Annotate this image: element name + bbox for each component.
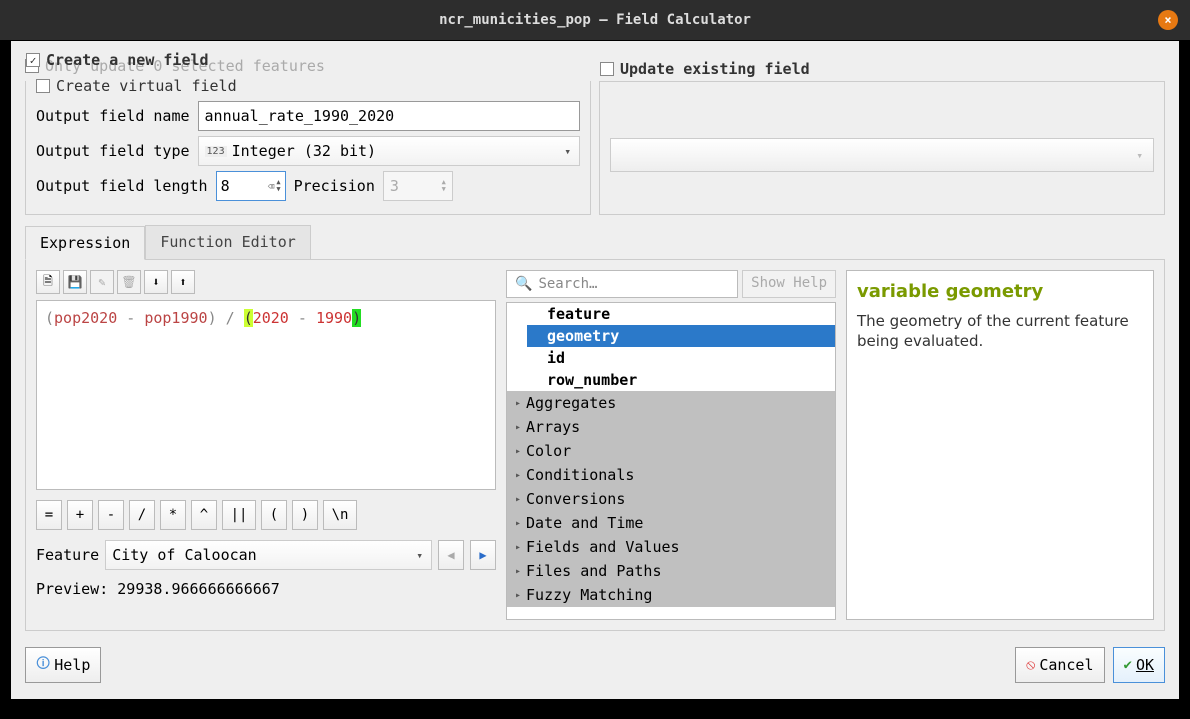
prev-feature-button[interactable]: ◀ [438, 540, 464, 570]
help-body: The geometry of the current feature bein… [857, 312, 1143, 351]
update-existing-checkbox[interactable] [600, 62, 614, 76]
op-button[interactable]: || [222, 500, 256, 530]
import-icon[interactable]: ⬇ [144, 270, 168, 294]
save-icon[interactable]: 💾 [63, 270, 87, 294]
cancel-icon: ⦸ [1026, 657, 1035, 673]
precision-input: 3 ▲▼ [383, 171, 453, 201]
chevron-right-icon: ▸ [515, 422, 521, 433]
op-button[interactable]: \n [323, 500, 357, 530]
tree-category[interactable]: ▸Color [507, 439, 835, 463]
precision-label: Precision [294, 177, 375, 195]
field-type-select[interactable]: 123 Integer (32 bit) ▾ [198, 136, 580, 166]
op-button[interactable]: = [36, 500, 62, 530]
tab-function-editor[interactable]: Function Editor [145, 225, 310, 259]
search-input[interactable]: 🔍 Search… [506, 270, 738, 298]
op-button[interactable]: - [98, 500, 124, 530]
field-name-label: Output field name [36, 107, 190, 125]
feature-select[interactable]: City of Caloocan ▾ [105, 540, 432, 570]
ok-icon: ✔ [1124, 657, 1132, 673]
export-icon[interactable]: ⬆ [171, 270, 195, 294]
function-tree[interactable]: featuregeometryidrow_number ▸Aggregates▸… [506, 302, 836, 620]
tree-category[interactable]: ▸Arrays [507, 415, 835, 439]
chevron-right-icon: ▸ [515, 494, 521, 505]
chevron-down-icon: ▾ [1136, 149, 1143, 162]
chevron-right-icon: ▸ [515, 590, 521, 601]
update-field-select[interactable]: ▾ [610, 138, 1154, 172]
tree-category[interactable]: ▸Conversions [507, 487, 835, 511]
preview-label: Preview: [36, 580, 117, 598]
op-button[interactable]: / [129, 500, 155, 530]
op-button[interactable]: ^ [191, 500, 217, 530]
help-icon: 🛈 [36, 653, 50, 677]
tree-category[interactable]: ▸Aggregates [507, 391, 835, 415]
create-new-label: Create a new field [46, 51, 209, 69]
chevron-right-icon: ▸ [515, 470, 521, 481]
create-virtual-checkbox[interactable] [36, 79, 50, 93]
field-type-label: Output field type [36, 142, 190, 160]
chevron-right-icon: ▸ [515, 566, 521, 577]
chevron-right-icon: ▸ [515, 542, 521, 553]
ok-button[interactable]: ✔OK [1113, 647, 1166, 683]
create-new-checkbox[interactable] [26, 53, 40, 67]
op-button[interactable]: + [67, 500, 93, 530]
search-icon: 🔍 [515, 276, 532, 292]
tree-item[interactable]: geometry [527, 325, 835, 347]
spinner-arrows-icon: ▲▼ [442, 179, 446, 193]
close-button[interactable]: × [1158, 10, 1178, 30]
show-help-button[interactable]: Show Help [742, 270, 836, 298]
field-length-input[interactable]: 8 ⌫ ▲▼ [216, 171, 286, 201]
expression-editor[interactable]: (pop2020 - pop1990) / (2020 - 1990) [36, 300, 496, 490]
op-button[interactable]: ( [261, 500, 287, 530]
tree-item[interactable]: id [527, 347, 835, 369]
chevron-right-icon: ▸ [515, 398, 521, 409]
next-feature-button[interactable]: ▶ [470, 540, 496, 570]
tree-item[interactable]: feature [527, 303, 835, 325]
new-file-icon[interactable]: 🗎 [36, 270, 60, 294]
cancel-button[interactable]: ⦸Cancel [1015, 647, 1104, 683]
chevron-down-icon: ▾ [416, 549, 423, 562]
op-button[interactable]: * [160, 500, 186, 530]
tree-category[interactable]: ▸Files and Paths [507, 559, 835, 583]
spinner-arrows-icon[interactable]: ▲▼ [276, 179, 280, 193]
window-title: ncr_municities_pop — Field Calculator [439, 12, 751, 28]
feature-label: Feature [36, 546, 99, 564]
tree-category[interactable]: ▸Conditionals [507, 463, 835, 487]
field-name-input[interactable] [198, 101, 580, 131]
integer-type-icon: 123 [205, 146, 227, 157]
delete-icon: 🗑 [117, 270, 141, 294]
chevron-right-icon: ▸ [515, 518, 521, 529]
update-existing-label: Update existing field [620, 60, 810, 78]
tree-item[interactable]: row_number [527, 369, 835, 391]
op-button[interactable]: ) [292, 500, 318, 530]
help-panel: variable geometry The geometry of the cu… [846, 270, 1154, 620]
help-title: variable geometry [857, 281, 1143, 302]
help-button[interactable]: 🛈Help [25, 647, 101, 683]
tree-category[interactable]: ▸Date and Time [507, 511, 835, 535]
clear-icon[interactable]: ⌫ [268, 180, 275, 193]
tree-category[interactable]: ▸Fields and Values [507, 535, 835, 559]
edit-icon: ✎ [90, 270, 114, 294]
chevron-right-icon: ▸ [515, 446, 521, 457]
create-virtual-label: Create virtual field [56, 77, 237, 95]
chevron-down-icon: ▾ [564, 145, 571, 158]
preview-value: 29938.966666666667 [117, 580, 280, 598]
field-length-label: Output field length [36, 177, 208, 195]
tree-category[interactable]: ▸Fuzzy Matching [507, 583, 835, 607]
tab-expression[interactable]: Expression [25, 226, 145, 260]
